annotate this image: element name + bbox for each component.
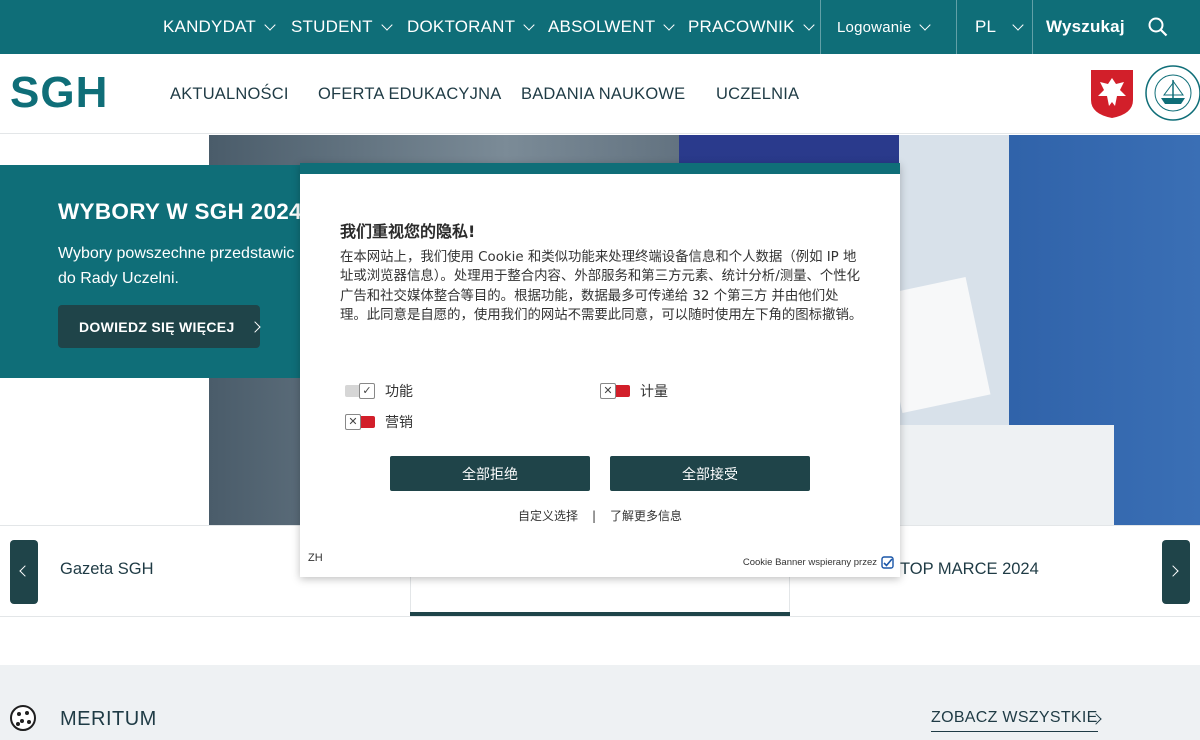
cookie-title: 我们重视您的隐私!: [340, 222, 476, 241]
nav-oferta-edukacyjna[interactable]: OFERTA EDUKACYJNA: [318, 85, 501, 104]
see-all-link[interactable]: ZOBACZ WSZYSTKIE: [931, 709, 1098, 732]
option-measurement[interactable]: ✕ 计量: [600, 381, 668, 401]
nav-doktorant-label: DOKTORANT: [407, 17, 516, 36]
learn-more-button[interactable]: DOWIEDZ SIĘ WIĘCEJ: [58, 305, 261, 348]
chevron-down-icon: [663, 18, 675, 31]
nav-pracownik-label: PRACOWNIK: [688, 17, 795, 36]
chevron-right-icon: [248, 320, 261, 333]
chevron-down-icon: [1012, 18, 1024, 31]
chevron-right-icon: [1167, 565, 1179, 577]
nav-absolwent[interactable]: ABSOLWENT: [548, 0, 675, 54]
hero-text-line2: do Rady Uczelni.: [58, 270, 179, 287]
cookie-language[interactable]: ZH: [308, 552, 323, 564]
language-label: PL: [975, 17, 997, 36]
sgh-logo[interactable]: SGH: [10, 68, 108, 118]
hero-ballot-box: [899, 425, 1114, 525]
hero-panel: WYBORY W SGH 2024 Wybory powszechne prze…: [0, 165, 310, 378]
accept-all-button[interactable]: 全部接受: [610, 456, 810, 491]
meritum-section: MERITUM ZOBACZ WSZYSTKIE: [0, 665, 1200, 740]
option-marketing-label: 营销: [385, 415, 413, 431]
nav-student-label: STUDENT: [291, 17, 373, 36]
chevron-down-icon: [381, 18, 393, 31]
search-button[interactable]: Wyszukaj: [1046, 0, 1125, 54]
option-marketing[interactable]: ✕ 营销: [345, 412, 413, 432]
cookie-links: 自定义选择 | 了解更多信息: [300, 507, 900, 524]
nav-badania-naukowe[interactable]: BADANIA NAUKOWE: [521, 85, 685, 104]
divider: [820, 0, 821, 54]
toggle-off[interactable]: ✕: [600, 383, 630, 399]
nav-student[interactable]: STUDENT: [291, 0, 393, 54]
slide-active-indicator: [410, 612, 790, 616]
close-icon: ✕: [600, 383, 616, 399]
learn-more-link[interactable]: 了解更多信息: [610, 509, 682, 523]
search-icon[interactable]: [1148, 0, 1168, 54]
checkbox-logo-icon: [881, 556, 894, 569]
top-bar: KANDYDAT STUDENT DOKTORANT ABSOLWENT PRA…: [0, 0, 1200, 54]
nav-aktualnosci[interactable]: AKTUALNOŚCI: [170, 85, 289, 104]
chevron-down-icon: [264, 18, 276, 31]
slider-prev-button[interactable]: [10, 540, 38, 604]
chevron-left-icon: [19, 565, 31, 577]
toggle-off[interactable]: ✕: [345, 414, 375, 430]
chevron-down-icon: [919, 18, 932, 31]
powered-by-label: Cookie Banner wspierany przez: [742, 557, 877, 568]
slide-top-marce[interactable]: TOP MARCE 2024: [900, 560, 1039, 579]
search-label: Wyszukaj: [1046, 17, 1125, 36]
poland-emblem-icon: [1091, 70, 1133, 118]
hero-title: WYBORY W SGH 2024: [58, 199, 302, 224]
toggle-on[interactable]: ✓: [345, 383, 375, 399]
hero-text: Wybory powszechne przedstawic do Rady Ucz…: [58, 241, 318, 291]
main-nav: SGH AKTUALNOŚCI OFERTA EDUKACYJNA BADANI…: [0, 54, 1200, 134]
hero-text-line1: Wybory powszechne przedstawic: [58, 245, 295, 262]
customize-link[interactable]: 自定义选择: [518, 509, 578, 523]
cookie-settings-icon[interactable]: [10, 705, 36, 731]
chevron-down-icon: [802, 18, 815, 31]
login-label: Logowanie: [837, 18, 912, 36]
sgh-seal-icon: [1145, 65, 1200, 121]
learn-more-label: DOWIEDZ SIĘ WIĘCEJ: [79, 318, 235, 335]
slide-gazeta-sgh[interactable]: Gazeta SGH: [60, 560, 154, 579]
divider: [1032, 0, 1033, 54]
nav-doktorant[interactable]: DOKTORANT: [407, 0, 535, 54]
reject-all-button[interactable]: 全部拒绝: [390, 456, 590, 491]
nav-absolwent-label: ABSOLWENT: [548, 17, 656, 36]
language-select[interactable]: PL: [975, 0, 1024, 54]
nav-kandydat[interactable]: KANDYDAT: [163, 0, 276, 54]
cookie-consent-dialog: 我们重视您的隐私! 在本网站上，我们使用 Cookie 和类似功能来处理终端设备…: [300, 163, 900, 577]
login-menu[interactable]: Logowanie: [837, 0, 932, 54]
divider: [956, 0, 957, 54]
chevron-down-icon: [523, 18, 535, 31]
check-icon: ✓: [359, 383, 375, 399]
cookie-body-text: 在本网站上，我们使用 Cookie 和类似功能来处理终端设备信息和个人数据（例如…: [340, 250, 863, 324]
slider-next-button[interactable]: [1162, 540, 1190, 604]
option-measurement-label: 计量: [640, 384, 668, 400]
nav-pracownik[interactable]: PRACOWNIK: [688, 0, 815, 54]
option-functional[interactable]: ✓ 功能: [345, 381, 413, 401]
nav-uczelnia[interactable]: UCZELNIA: [716, 85, 799, 104]
powered-by[interactable]: Cookie Banner wspierany przez: [743, 556, 894, 569]
option-functional-label: 功能: [385, 384, 413, 400]
link-separator: |: [591, 509, 597, 523]
close-icon: ✕: [345, 414, 361, 430]
nav-kandydat-label: KANDYDAT: [163, 17, 256, 36]
section-title: MERITUM: [60, 708, 157, 730]
